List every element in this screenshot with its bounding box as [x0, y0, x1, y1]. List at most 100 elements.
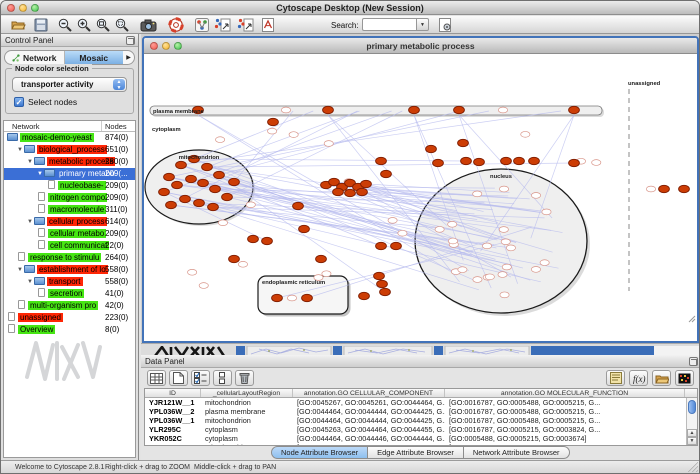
select-attributes-icon[interactable]: [191, 370, 210, 386]
table-cell[interactable]: [GO:0016787, GO:0005488, GO:0005215, G..…: [445, 398, 685, 407]
tree-row[interactable]: secretion41(0): [4, 288, 135, 300]
network-node[interactable]: [426, 145, 437, 152]
network-node[interactable]: [218, 220, 227, 226]
import-network-blue-icon[interactable]: [214, 17, 230, 33]
network-node[interactable]: [529, 157, 540, 164]
network-node[interactable]: [501, 157, 512, 164]
network-node[interactable]: [359, 292, 370, 299]
network-node[interactable]: [299, 225, 310, 232]
network-node[interactable]: [281, 107, 290, 113]
formula-builder-icon[interactable]: f(x): [629, 370, 648, 386]
tree-expand-icon[interactable]: ▼: [17, 264, 23, 276]
tree-row[interactable]: multi-organism pro42(0): [4, 300, 135, 312]
tree-row[interactable]: ▼transport558(0): [4, 276, 135, 288]
network-node[interactable]: [323, 106, 334, 113]
table-cell[interactable]: [GO:0045267, GO:0045261, GO:0044464, G..…: [293, 398, 445, 407]
network-node[interactable]: [381, 170, 392, 177]
table-row[interactable]: YPL036W__1mitochondrion[GO:0044464, GO:0…: [145, 416, 697, 425]
save-session-icon[interactable]: [33, 17, 49, 33]
table-cell[interactable]: [GO:0044464, GO:0044444, GO:0044425, G..…: [293, 416, 445, 425]
tab-network-attribute-browser[interactable]: Network Attribute Browser: [464, 446, 570, 459]
table-row[interactable]: YKR052Ccytoplasm[GO:0044464, GO:0044446,…: [145, 434, 697, 443]
network-node[interactable]: [376, 157, 387, 164]
create-attribute-icon[interactable]: [169, 370, 188, 386]
scrollbar-thumb[interactable]: [688, 400, 696, 414]
table-column-header[interactable]: _cellularLayoutRegion: [201, 389, 293, 397]
zoom-fit-icon[interactable]: [95, 17, 111, 33]
tree-row[interactable]: ▼metabolic process280(0): [4, 156, 135, 168]
tree-row[interactable]: nitrogen compo209(0): [4, 192, 135, 204]
network-node[interactable]: [473, 191, 482, 197]
network-node[interactable]: [238, 261, 247, 267]
network-node[interactable]: [293, 202, 304, 209]
network-node[interactable]: [569, 159, 580, 166]
network-canvas[interactable]: plasma membranecytoplasmmitochondrionnuc…: [144, 54, 697, 324]
network-node[interactable]: [198, 179, 209, 186]
attribute-matrix-icon[interactable]: [675, 370, 694, 386]
tree-row[interactable]: ▼biological_process651(0): [4, 144, 135, 156]
network-node[interactable]: [333, 188, 344, 195]
window-resize-grip[interactable]: [688, 462, 698, 472]
network-node[interactable]: [199, 283, 208, 289]
network-node[interactable]: [454, 106, 465, 113]
network-node[interactable]: [374, 272, 385, 279]
table-cell[interactable]: [GO:0016787, GO:0005488, GO:0005215, G..…: [445, 407, 685, 416]
network-node[interactable]: [208, 203, 219, 210]
select-nodes-checkbox[interactable]: ✓: [14, 97, 24, 107]
float-panel-icon[interactable]: [126, 36, 135, 45]
network-node[interactable]: [448, 221, 457, 227]
table-cell[interactable]: YKR052C: [145, 434, 201, 443]
network-node[interactable]: [176, 161, 187, 168]
network-node[interactable]: [498, 272, 507, 278]
network-node[interactable]: [262, 237, 273, 244]
tab-network[interactable]: Network: [5, 51, 65, 64]
table-cell[interactable]: mitochondrion: [201, 416, 293, 425]
tree-row[interactable]: cellular metabo209(0): [4, 228, 135, 240]
take-snapshot-icon[interactable]: [140, 17, 156, 33]
network-node[interactable]: [433, 159, 444, 166]
network-node[interactable]: [159, 188, 170, 195]
table-cell[interactable]: [GO:0016787, GO:0005215, GO:0003824, G..…: [445, 425, 685, 434]
tree-expand-icon[interactable]: ▼: [27, 216, 33, 228]
network-node[interactable]: [485, 274, 494, 280]
attribute-table-icon[interactable]: [147, 370, 166, 386]
network-node[interactable]: [679, 185, 690, 192]
network-node[interactable]: [659, 185, 670, 192]
tree-expand-icon[interactable]: ▼: [27, 156, 33, 168]
network-node[interactable]: [248, 235, 259, 242]
network-node[interactable]: [316, 255, 327, 262]
network-node[interactable]: [302, 294, 313, 301]
tree-row[interactable]: ▼cellular process614(0): [4, 216, 135, 228]
tree-row[interactable]: mosaic-demo-yeast874(0): [4, 132, 135, 144]
tabs-overflow-button[interactable]: ▶: [123, 51, 134, 64]
table-scrollbar[interactable]: ▲ ▼: [686, 398, 697, 445]
network-node[interactable]: [482, 243, 491, 249]
table-column-header[interactable]: ID: [145, 389, 201, 397]
network-node[interactable]: [514, 157, 525, 164]
network-node[interactable]: [268, 118, 279, 125]
search-dropdown-button[interactable]: ▼: [416, 18, 429, 31]
network-node[interactable]: [214, 171, 225, 178]
notes-icon[interactable]: [606, 370, 625, 386]
table-column-header[interactable]: annotation.GO CELLULAR_COMPONENT: [293, 389, 445, 397]
network-node[interactable]: [409, 106, 420, 113]
scroll-down-icon[interactable]: ▼: [687, 437, 697, 445]
network-node[interactable]: [246, 202, 255, 208]
network-node[interactable]: [592, 160, 601, 166]
network-node[interactable]: [322, 271, 331, 277]
vizmapper-icon[interactable]: [194, 17, 210, 33]
background-windows-strip[interactable]: [141, 343, 700, 355]
network-node[interactable]: [461, 157, 472, 164]
search-options-icon[interactable]: [437, 17, 453, 33]
view-resize-grip[interactable]: [689, 316, 695, 322]
import-network-red-icon[interactable]: [237, 17, 253, 33]
network-node[interactable]: [521, 131, 530, 137]
network-node[interactable]: [268, 128, 277, 134]
network-node[interactable]: [646, 186, 655, 192]
network-node[interactable]: [458, 139, 469, 146]
help-icon[interactable]: [168, 17, 184, 33]
network-node[interactable]: [473, 277, 482, 283]
float-data-panel-icon[interactable]: [689, 357, 698, 366]
network-node[interactable]: [501, 239, 510, 245]
network-node[interactable]: [448, 238, 457, 244]
